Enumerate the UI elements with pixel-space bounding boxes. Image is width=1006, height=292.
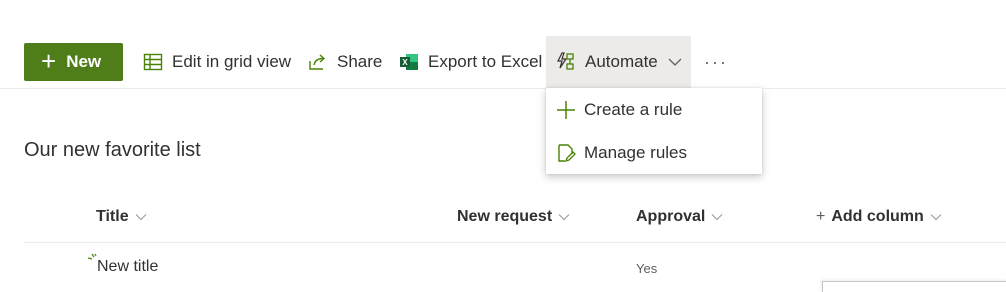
automate-button[interactable]: Automate bbox=[546, 36, 691, 88]
header-divider bbox=[24, 242, 1006, 243]
list-title: Our new favorite list bbox=[24, 139, 201, 161]
excel-icon: X bbox=[400, 54, 418, 70]
grid-icon bbox=[143, 53, 163, 71]
share-button[interactable]: Share bbox=[308, 36, 382, 88]
plus-icon: + bbox=[41, 45, 57, 76]
plus-icon: + bbox=[816, 208, 826, 225]
chevron-down-icon bbox=[930, 214, 942, 221]
create-rule-label: Create a rule bbox=[584, 100, 683, 119]
edit-grid-view-button[interactable]: Edit in grid view bbox=[143, 36, 291, 88]
new-item-sparkle-icon bbox=[87, 253, 97, 260]
column-header-approval[interactable]: Approval bbox=[636, 206, 723, 228]
automate-label: Automate bbox=[585, 52, 658, 71]
new-button-label: New bbox=[66, 52, 102, 71]
export-label: Export to Excel bbox=[428, 52, 543, 71]
column-header-new-request[interactable]: New request bbox=[457, 206, 570, 228]
chevron-down-icon bbox=[558, 214, 570, 221]
automate-dropdown-menu: Create a rule Manage rules bbox=[546, 88, 762, 174]
column-new-request-label: New request bbox=[457, 208, 553, 225]
new-button[interactable]: + New bbox=[24, 43, 123, 81]
add-column-label: Add column bbox=[831, 208, 924, 225]
plus-icon bbox=[557, 101, 575, 119]
edit-grid-label: Edit in grid view bbox=[172, 52, 292, 71]
list-item-title[interactable]: New title bbox=[97, 258, 158, 276]
menu-item-create-rule[interactable]: Create a rule bbox=[546, 90, 762, 130]
menu-item-manage-rules[interactable]: Manage rules bbox=[546, 133, 762, 173]
chevron-down-icon bbox=[668, 58, 682, 66]
more-icon: ··· bbox=[704, 51, 728, 72]
side-panel-edge bbox=[822, 281, 1006, 292]
more-options-button[interactable]: ··· bbox=[704, 36, 730, 88]
command-bar: + New Edit in grid view Share X Export t… bbox=[0, 0, 1006, 89]
column-title-label: Title bbox=[96, 208, 129, 225]
manage-rules-label: Manage rules bbox=[584, 143, 688, 162]
chevron-down-icon bbox=[711, 214, 723, 221]
share-label: Share bbox=[337, 52, 383, 71]
column-approval-label: Approval bbox=[636, 208, 706, 225]
column-header-title[interactable]: Title bbox=[96, 206, 147, 228]
svg-text:X: X bbox=[402, 58, 408, 67]
edit-rules-icon bbox=[558, 144, 576, 163]
list-item-approval: Yes bbox=[636, 261, 658, 276]
add-column-button[interactable]: + Add column bbox=[816, 206, 942, 228]
automate-icon bbox=[557, 52, 574, 70]
export-to-excel-button[interactable]: X Export to Excel bbox=[399, 36, 542, 88]
share-icon bbox=[309, 54, 326, 70]
chevron-down-icon bbox=[135, 214, 147, 221]
